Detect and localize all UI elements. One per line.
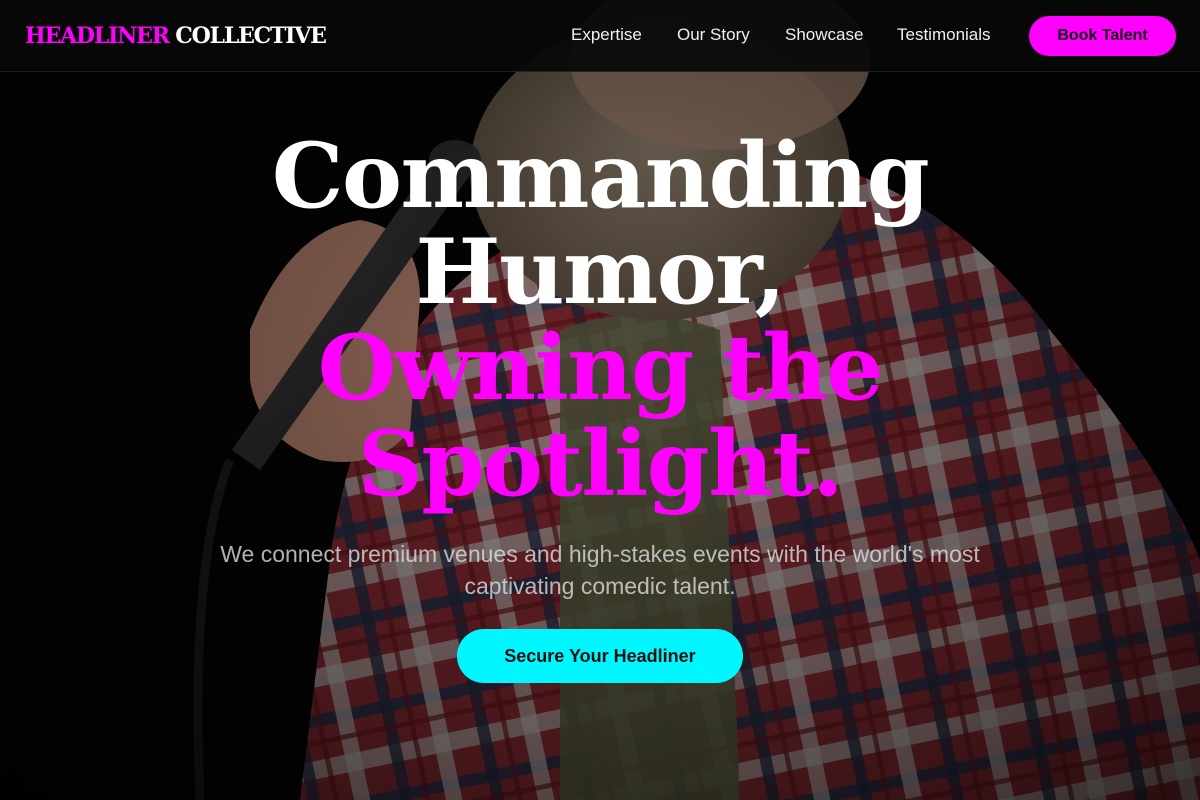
headline-line-3: Owning the: [317, 315, 884, 421]
hero-headline: Commanding Humor, Owning the Spotlight.: [0, 128, 1200, 512]
nav-link-our-story[interactable]: Our Story: [677, 23, 750, 47]
site-header: HEADLINER COLLECTIVE Expertise Our Story…: [0, 0, 1200, 72]
book-talent-button[interactable]: Book Talent: [1029, 16, 1176, 56]
nav-link-testimonials[interactable]: Testimonials: [897, 23, 991, 47]
headline-line-4: Spotlight.: [357, 411, 844, 517]
hero-subtext: We connect premium venues and high-stake…: [220, 541, 980, 599]
nav-link-expertise[interactable]: Expertise: [571, 23, 642, 47]
headline-line-1: Commanding: [271, 123, 930, 229]
page: HEADLINER COLLECTIVE Expertise Our Story…: [0, 0, 1200, 800]
secure-headliner-button[interactable]: Secure Your Headliner: [457, 629, 743, 683]
brand-logo[interactable]: HEADLINER COLLECTIVE: [25, 21, 327, 51]
brand-logo-highlight: HEADLINER: [25, 23, 170, 49]
headline-line-2: Humor,: [415, 219, 786, 325]
brand-logo-rest: COLLECTIVE: [168, 23, 327, 49]
nav-link-showcase[interactable]: Showcase: [785, 23, 863, 47]
